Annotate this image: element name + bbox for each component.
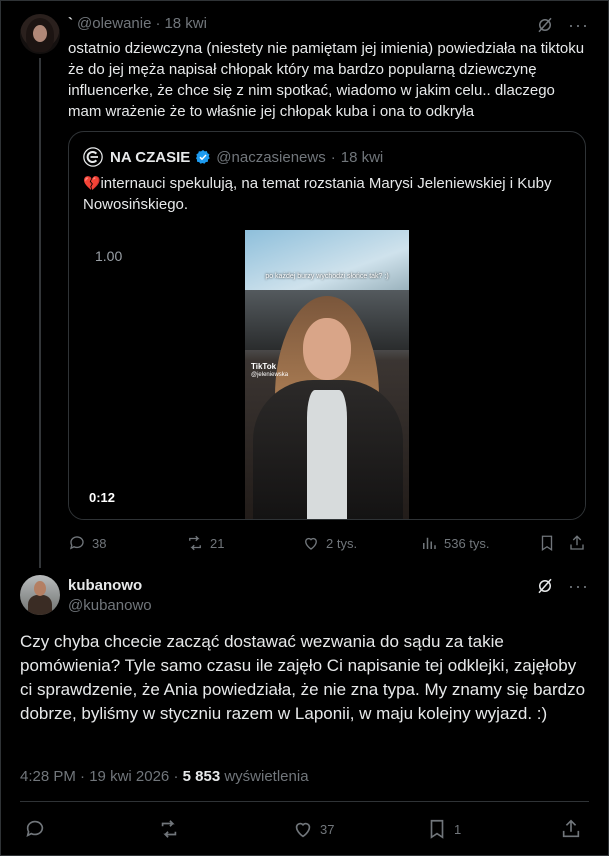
tweet-date[interactable]: 19 kwi 2026	[89, 768, 169, 785]
video-frame[interactable]: po każdej burzy wychodzi słońce tak? :) …	[245, 230, 409, 519]
share-button[interactable]	[560, 818, 582, 840]
parent-top-icons: ···	[536, 16, 589, 34]
share-icon	[570, 535, 584, 550]
playback-rate[interactable]: 1.00	[95, 248, 122, 264]
views-count: 5 853	[182, 768, 221, 785]
tweet-text: Czy chyba chcecie zacząć dostawać wezwan…	[20, 632, 586, 723]
thread-line	[39, 58, 41, 568]
tweet-time[interactable]: 18 kwi	[164, 15, 207, 32]
reply-action-bar: 37 1	[20, 818, 590, 842]
parent-tweet[interactable]: ` @olewanie · 18 kwi ··· ostatnio dziewc…	[0, 0, 609, 568]
avatar[interactable]	[20, 575, 60, 615]
separator-dot: ·	[330, 148, 336, 166]
handle[interactable]: @kubanowo	[68, 597, 152, 614]
quoted-text-body: internauci spekulują, na temat rozstania…	[83, 175, 552, 213]
reply-top-icons: ···	[536, 577, 589, 595]
tweet-time[interactable]: 4:28 PM	[20, 768, 76, 785]
repost-icon	[161, 820, 177, 838]
quoted-tweet-text: 💔internauci spekulują, na temat rozstani…	[83, 173, 563, 215]
display-name[interactable]: kubanowo	[68, 577, 142, 594]
heart-icon	[295, 822, 311, 838]
views-count: 536 tys.	[444, 535, 490, 551]
quoted-tweet[interactable]: NA CZASIE @naczasienews · 18 kwi 💔intern…	[68, 131, 586, 520]
quoted-handle[interactable]: @naczasienews	[216, 149, 325, 166]
grok-icon[interactable]	[536, 577, 554, 595]
views-button[interactable]: 536 tys.	[420, 534, 490, 552]
divider	[20, 801, 589, 802]
repost-icon	[189, 535, 201, 551]
video-player[interactable]: 1.00 po każdej burzy wychodzi słońce tak…	[69, 228, 585, 519]
tweet-meta: 4:28 PM · 19 kwi 2026 · 5 853 wyświetlen…	[20, 768, 309, 785]
video-caption: po każdej burzy wychodzi słońce tak? :)	[265, 273, 389, 280]
share-button[interactable]	[568, 534, 586, 552]
views-icon	[423, 537, 436, 549]
reply-count: 38	[92, 535, 107, 551]
avatar[interactable]	[20, 14, 60, 54]
quoted-display-name[interactable]: NA CZASIE	[110, 149, 190, 166]
grok-icon[interactable]	[536, 16, 554, 34]
bookmark-icon	[541, 535, 553, 552]
bookmark-icon	[430, 819, 444, 839]
reply-icon	[69, 536, 84, 550]
like-button[interactable]: 2 tys.	[302, 534, 357, 552]
reply-button[interactable]	[24, 818, 46, 840]
parent-tweet-header: ` @olewanie · 18 kwi	[68, 15, 207, 32]
heart-icon	[305, 537, 317, 550]
like-count: 2 tys.	[326, 535, 358, 551]
bookmark-button[interactable]: 1	[426, 818, 461, 840]
tweet-text: ostatnio dziewczyna (niestety nie pamięt…	[68, 40, 585, 120]
broken-heart-emoji: 💔	[83, 175, 101, 191]
like-button[interactable]: 37	[292, 818, 334, 840]
display-name[interactable]: `	[68, 15, 73, 32]
quoted-tweet-header: NA CZASIE @naczasienews · 18 kwi	[83, 147, 383, 167]
separator-dot: ·	[155, 15, 161, 32]
share-icon	[562, 819, 580, 838]
repost-button[interactable]	[158, 818, 180, 840]
repost-count: 21	[210, 535, 225, 551]
verified-badge-icon	[196, 150, 211, 164]
video-duration: 0:12	[89, 490, 116, 505]
more-options-icon[interactable]: ···	[568, 16, 589, 34]
repost-button[interactable]: 21	[186, 534, 224, 552]
reply-icon	[26, 820, 44, 837]
more-options-icon[interactable]: ···	[568, 577, 589, 595]
bookmark-button[interactable]	[538, 534, 556, 552]
parent-action-bar: 38 21 2 tys. 536 tys.	[68, 534, 588, 554]
quoted-time[interactable]: 18 kwi	[341, 149, 384, 166]
bookmark-count: 1	[454, 821, 462, 837]
naczasie-logo-icon	[83, 147, 103, 167]
like-count: 37	[320, 821, 335, 837]
tiktok-username: @jeleniewska	[251, 372, 289, 378]
tiktok-watermark: TikTok	[251, 362, 277, 371]
reply-button[interactable]: 38	[68, 534, 106, 552]
views-label: wyświetlenia	[224, 768, 309, 785]
handle[interactable]: @olewanie	[77, 15, 151, 32]
